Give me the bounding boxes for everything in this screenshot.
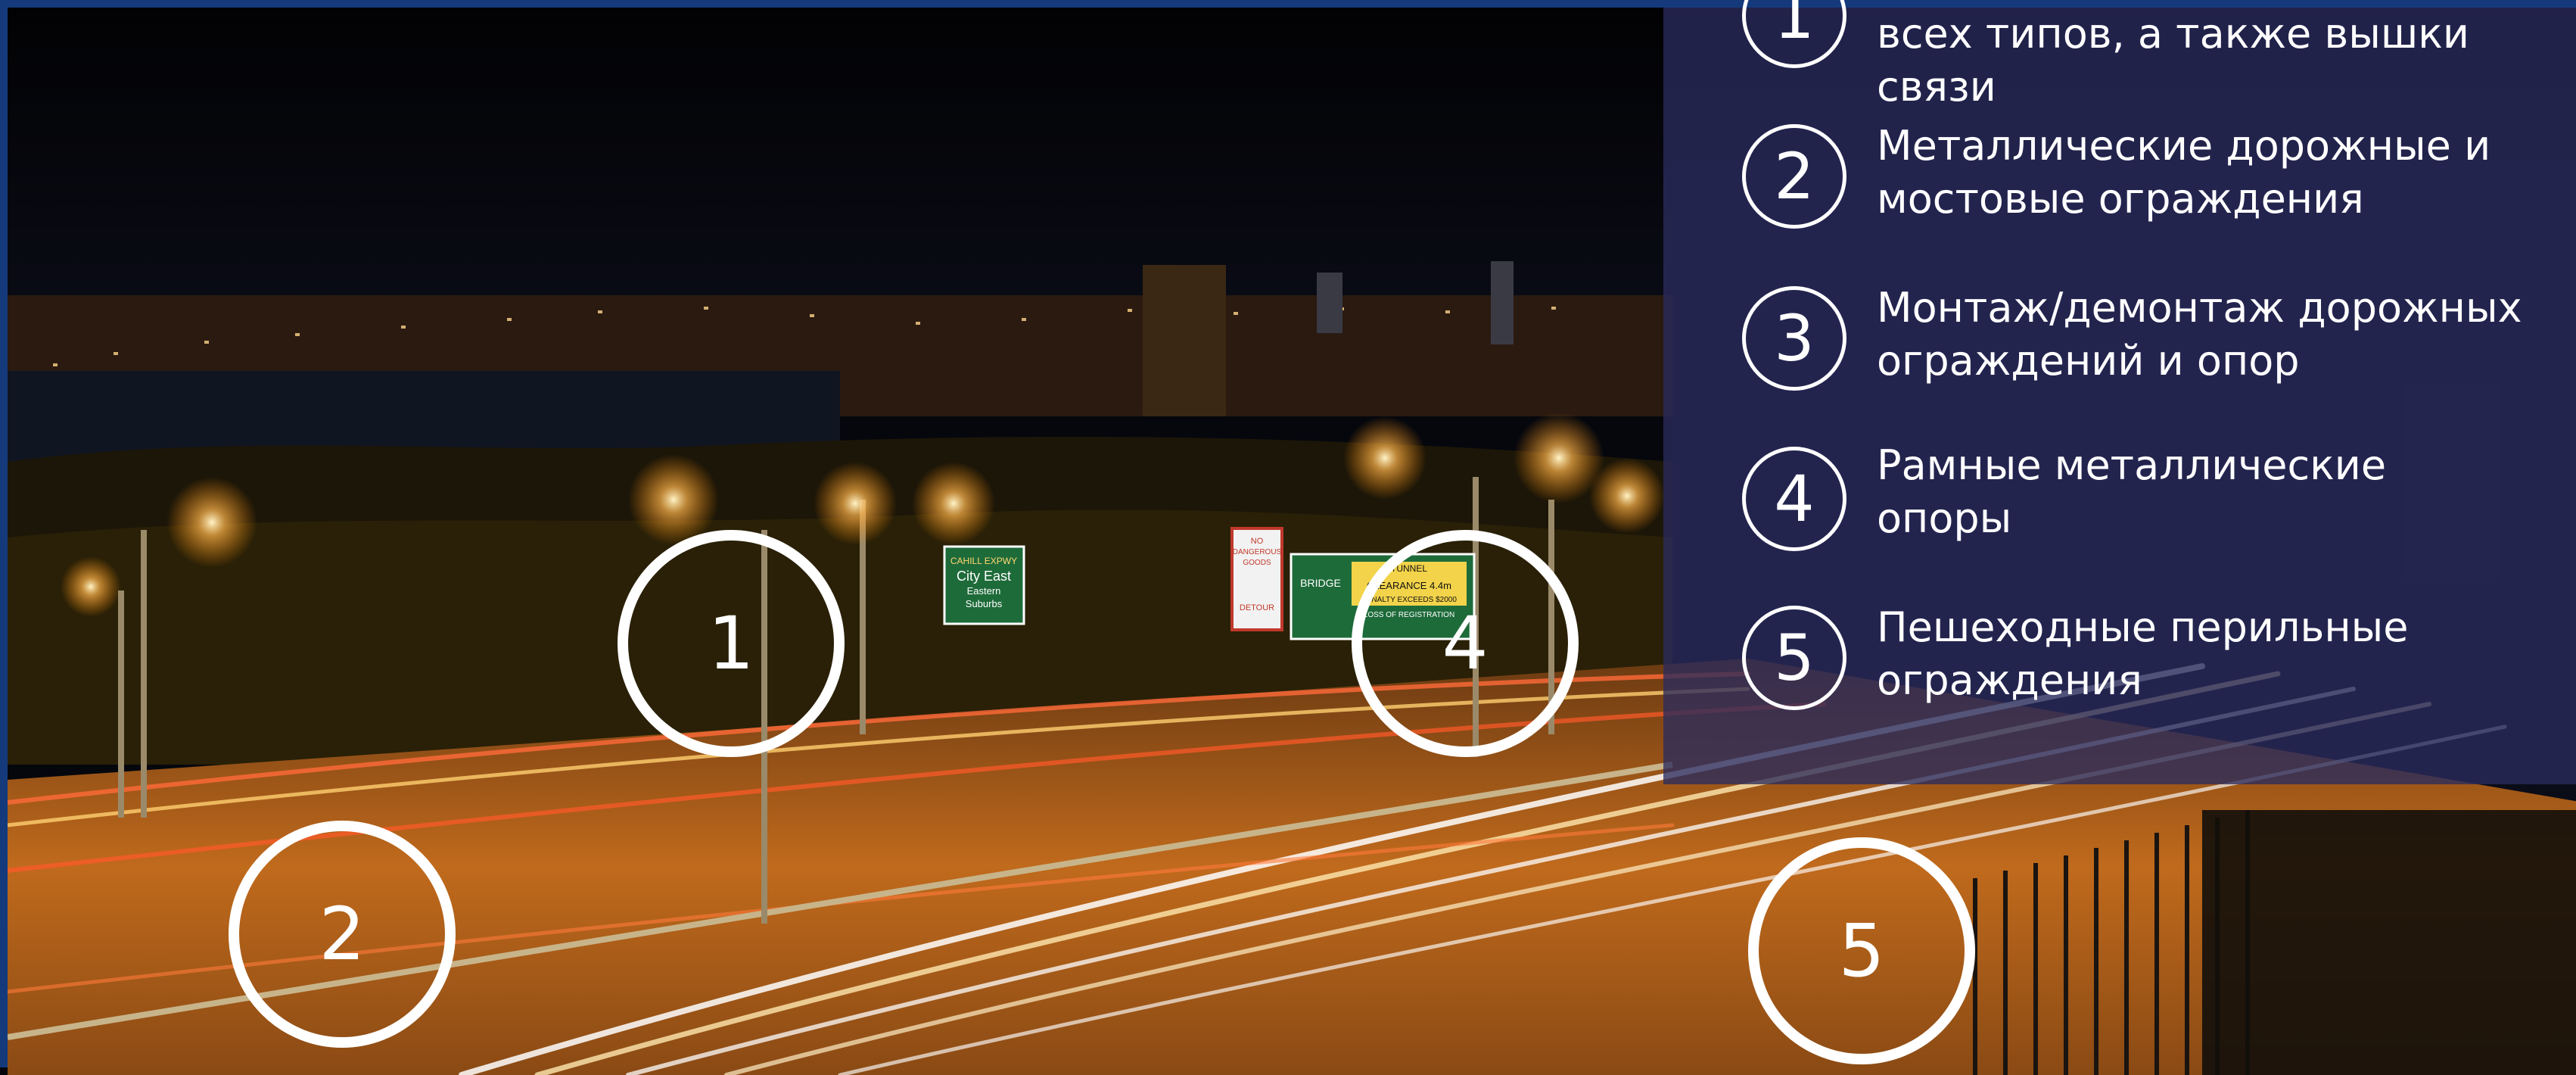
legend-text-1-line2: всех типов, а также вышки связи <box>1877 10 2469 111</box>
legend-text-2: Металлические дорожные и мостовые огражд… <box>1877 120 2576 226</box>
marker-5: 5 <box>1748 837 1975 1064</box>
legend-item-3: 3 Монтаж/демонтаж дорожных ограждений и … <box>1703 284 2565 407</box>
marker-2-number: 2 <box>319 892 366 977</box>
legend-text-2-line1: Металлические дорожные и <box>1877 122 2491 170</box>
legend-text-5-line2: ограждения <box>1877 656 2142 704</box>
marker-4: 4 <box>1352 530 1579 757</box>
sign-warning-line1: NO <box>1251 537 1264 546</box>
sign-city-east-line3: Eastern <box>967 585 1001 597</box>
legend-number-5: 5 <box>1742 606 1846 710</box>
marker-1-number: 1 <box>708 601 754 686</box>
legend-item-2: 2 Металлические дорожные и мостовые огра… <box>1703 122 2565 245</box>
sign-bridge-line1: BRIDGE <box>1300 577 1341 589</box>
sign-warning-line3: GOODS <box>1243 559 1271 567</box>
sign-warning-line4: DETOUR <box>1240 603 1274 612</box>
legend-text-5: Пешеходные перильные ограждения <box>1877 601 2576 707</box>
legend-number-3: 3 <box>1742 286 1846 391</box>
sign-city-east-line4: Suburbs <box>966 598 1003 609</box>
legend-text-1-line1 <box>1877 0 2576 8</box>
legend-item-5: 5 Пешеходные перильные ограждения <box>1703 603 2565 727</box>
legend-text-3-line1: Монтаж/демонтаж дорожных <box>1877 284 2522 332</box>
sign-city-east-line1: CAHILL EXPWY <box>950 556 1017 566</box>
legend-item-1: 1 всех типов, а также вышки связи <box>1703 0 2565 111</box>
sign-city-east-line2: City East <box>957 569 1011 584</box>
legend-text-5-line1: Пешеходные перильные <box>1877 603 2409 651</box>
marker-2: 2 <box>229 821 456 1048</box>
legend-text-4: Рамные металлические опоры <box>1877 439 2576 545</box>
hero-banner: CAHILL EXPWY City East Eastern Suburbs N… <box>0 0 2576 1075</box>
legend-item-4: 4 Рамные металлические опоры <box>1703 441 2565 568</box>
legend-text-2-line2: мостовые ограждения <box>1877 175 2364 223</box>
legend-number-4: 4 <box>1742 447 1846 551</box>
marker-1: 1 <box>618 530 845 757</box>
marker-4-number: 4 <box>1442 601 1489 686</box>
marker-5-number: 5 <box>1838 908 1885 993</box>
sign-warning-line2: DANGEROUS <box>1233 548 1282 556</box>
legend-text-4-line2: опоры <box>1877 494 2012 542</box>
legend-panel: 1 всех типов, а также вышки связи 2 Мета… <box>1663 0 2576 784</box>
legend-text-3: Монтаж/демонтаж дорожных ограждений и оп… <box>1877 282 2576 388</box>
legend-number-2: 2 <box>1742 124 1846 229</box>
legend-number-1: 1 <box>1742 0 1846 68</box>
legend-text-1: всех типов, а также вышки связи <box>1877 0 2576 114</box>
legend-text-4-line1: Рамные металлические <box>1877 441 2387 489</box>
legend-text-3-line2: ограждений и опор <box>1877 337 2300 385</box>
